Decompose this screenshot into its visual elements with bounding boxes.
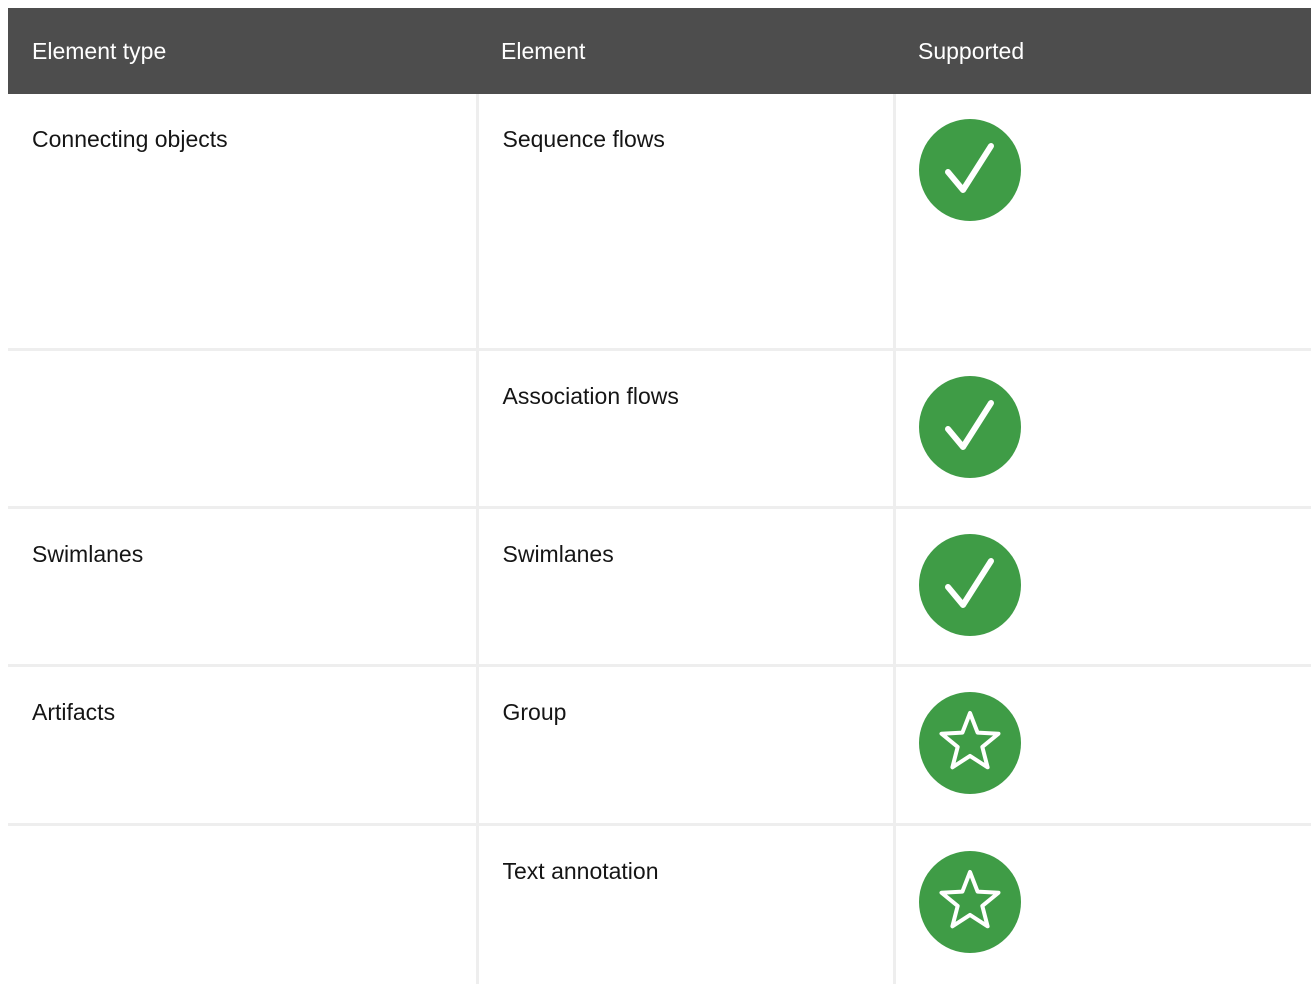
cell-element: Association flows xyxy=(477,349,896,509)
cell-element: Sequence flows xyxy=(477,94,896,351)
table-row: Swimlanes Swimlanes xyxy=(8,507,1311,667)
header-row: Element type Element Supported xyxy=(8,8,1311,94)
header-element-type: Element type xyxy=(8,8,477,94)
cell-element: Swimlanes xyxy=(477,507,896,667)
star-circle-icon xyxy=(918,691,1021,794)
cell-element: Text annotation xyxy=(477,824,896,984)
table-row: Artifacts Group xyxy=(8,665,1311,826)
table-row: Connecting objects Sequence flows xyxy=(8,94,1311,351)
header-element: Element xyxy=(477,8,894,94)
check-circle-icon xyxy=(918,119,1021,221)
cell-supported xyxy=(894,94,1311,351)
check-circle-icon xyxy=(918,533,1021,636)
star-circle-icon xyxy=(918,850,1021,953)
cell-element-type: Swimlanes xyxy=(8,507,479,667)
cell-supported xyxy=(894,824,1311,984)
cell-element-type xyxy=(8,824,479,984)
cell-supported xyxy=(894,349,1311,509)
support-table-container: Element type Element Supported Connectin… xyxy=(8,8,1311,984)
cell-element: Group xyxy=(477,665,896,826)
cell-element-type: Connecting objects xyxy=(8,94,479,351)
cell-supported xyxy=(894,507,1311,667)
table-header: Element type Element Supported xyxy=(8,8,1311,94)
table-body: Connecting objects Sequence flows Associ… xyxy=(8,94,1311,984)
table-row: Text annotation xyxy=(8,824,1311,984)
table-row: Association flows xyxy=(8,349,1311,509)
cell-element-type xyxy=(8,349,479,509)
cell-supported xyxy=(894,665,1311,826)
header-supported: Supported xyxy=(894,8,1311,94)
support-table: Element type Element Supported Connectin… xyxy=(8,8,1311,984)
cell-element-type: Artifacts xyxy=(8,665,479,826)
check-circle-icon xyxy=(918,375,1021,478)
